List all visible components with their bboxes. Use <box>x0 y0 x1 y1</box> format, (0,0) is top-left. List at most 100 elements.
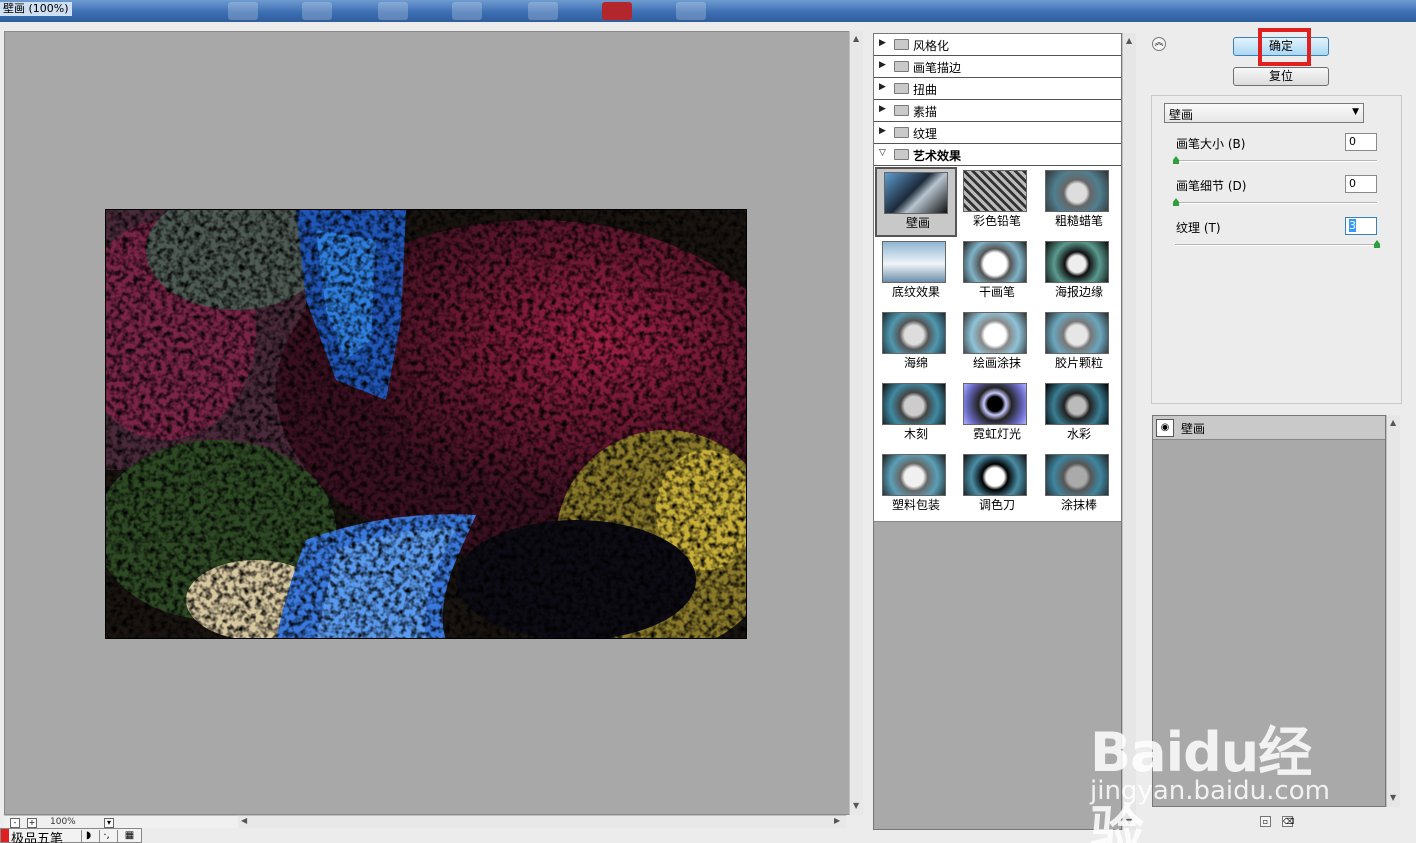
preview-canvas[interactable] <box>4 31 850 815</box>
category-artistic[interactable]: ▽ 艺术效果 <box>874 144 1121 166</box>
category-label: 画笔描边 <box>913 61 962 75</box>
thumbnail-image <box>963 454 1027 496</box>
category-stylize[interactable]: ▶ 风格化 <box>874 34 1121 56</box>
thumbnail-image <box>882 383 946 425</box>
filter-list-scrollbar[interactable]: ▲ ▼ <box>1122 33 1136 830</box>
ime-toolbar[interactable]: 极品五笔 ◗ ·, ▦ <box>0 828 142 843</box>
half-width-icon[interactable]: ◗ <box>81 830 95 842</box>
preview-vertical-scrollbar[interactable]: ▲ ▼ <box>849 31 863 815</box>
filter-label: 涂抹棒 <box>1060 498 1097 512</box>
filter-thumb-plastic-wrap[interactable]: 塑料包装 <box>875 451 957 521</box>
filter-thumb-sponge[interactable]: 海绵 <box>875 309 957 379</box>
filter-thumb-film-grain[interactable]: 胶片颗粒 <box>1038 309 1120 379</box>
taskbar-icon[interactable] <box>378 2 408 20</box>
zoom-in-button[interactable]: + <box>27 818 37 828</box>
filter-list: ▶ 风格化 ▶ 画笔描边 ▶ 扭曲 ▶ 素描 ▶ 纹理 ▽ 艺术效果 壁画 彩色… <box>873 33 1122 830</box>
scroll-down-icon[interactable]: ▼ <box>1390 793 1396 802</box>
scroll-up-icon[interactable]: ▲ <box>1390 418 1396 427</box>
filter-thumb-smudge-stick[interactable]: 涂抹棒 <box>1038 451 1120 521</box>
thumbnail-image <box>1045 383 1109 425</box>
filter-label: 水彩 <box>1066 427 1091 441</box>
punctuation-icon[interactable]: ·, <box>99 830 113 842</box>
brush-size-label: 画笔大小 (B) <box>1176 137 1246 151</box>
taskbar-icon[interactable] <box>302 2 332 20</box>
filter-thumb-fresco[interactable]: 壁画 <box>875 167 957 237</box>
filter-gallery-window: 壁画 (100%) ▲ ▼ ◀ ▶ - + 100% ▾ 极品五笔 ◗ ·, ▦… <box>0 0 1416 843</box>
zoom-dropdown-button[interactable]: ▾ <box>104 818 114 828</box>
category-label: 风格化 <box>913 39 950 53</box>
new-effect-layer-icon[interactable]: ▫ <box>1260 816 1271 827</box>
filter-thumb-dry-brush[interactable]: 干画笔 <box>956 238 1038 308</box>
brush-detail-slider[interactable] <box>1175 202 1377 204</box>
thumbnail-image <box>963 312 1027 354</box>
filter-thumb-neon-glow[interactable]: 霓虹灯光 <box>956 380 1038 450</box>
thumbnail-image <box>882 241 946 283</box>
brush-size-input[interactable]: 0 <box>1345 133 1377 151</box>
thumbnail-image <box>1045 454 1109 496</box>
taskbar-icon[interactable] <box>528 2 558 20</box>
filter-thumb-poster-edges[interactable]: 海报边缘 <box>1038 238 1120 308</box>
texture-slider[interactable] <box>1175 244 1377 246</box>
scroll-down-icon[interactable]: ▼ <box>1126 817 1132 826</box>
thumbnail-image <box>963 383 1027 425</box>
category-label: 艺术效果 <box>913 149 962 163</box>
keyboard-icon[interactable]: ▦ <box>117 830 141 842</box>
filter-label: 调色刀 <box>978 498 1015 512</box>
filter-thumb-cutout[interactable]: 木刻 <box>875 380 957 450</box>
thumbnail-image <box>963 170 1027 212</box>
filter-thumb-palette-knife[interactable]: 调色刀 <box>956 451 1038 521</box>
effect-layer-row[interactable]: ◉ 壁画 <box>1153 416 1385 440</box>
category-distort[interactable]: ▶ 扭曲 <box>874 78 1121 100</box>
filter-select[interactable]: 壁画 ▼ <box>1164 103 1364 123</box>
scroll-right-icon[interactable]: ▶ <box>834 816 840 825</box>
filter-thumb-underpainting[interactable]: 底纹效果 <box>875 238 957 308</box>
expand-arrow-icon: ▶ <box>879 38 886 48</box>
thumbnail-image <box>882 454 946 496</box>
filter-thumb-watercolor[interactable]: 水彩 <box>1038 380 1120 450</box>
thumbnail-image <box>884 172 948 214</box>
category-texture[interactable]: ▶ 纹理 <box>874 122 1121 144</box>
zoom-out-button[interactable]: - <box>10 818 20 828</box>
category-label: 素描 <box>913 105 938 119</box>
title-bar: 壁画 (100%) <box>0 0 1416 22</box>
filter-thumb-paint-daubs[interactable]: 绘画涂抹 <box>956 309 1038 379</box>
artistic-filter-thumbnails: 壁画 彩色铅笔 粗糙蜡笔 底纹效果 干画笔 海报边缘 海绵 绘画涂抹 胶片颗粒 … <box>874 166 1121 522</box>
scroll-up-icon[interactable]: ▲ <box>1126 36 1132 45</box>
category-sketch[interactable]: ▶ 素描 <box>874 100 1121 122</box>
open-folder-icon <box>894 149 909 160</box>
preview-horizontal-scrollbar[interactable]: ◀ ▶ <box>238 815 846 828</box>
category-brush-strokes[interactable]: ▶ 画笔描边 <box>874 56 1121 78</box>
delete-effect-layer-icon[interactable]: ⌫ <box>1282 816 1294 827</box>
layers-scrollbar[interactable]: ▲ ▼ <box>1386 415 1400 807</box>
expand-arrow-icon: ▶ <box>879 82 886 92</box>
filter-label: 壁画 <box>905 216 930 230</box>
filter-thumb-rough-pastels[interactable]: 粗糙蜡笔 <box>1038 167 1120 237</box>
scroll-left-icon[interactable]: ◀ <box>241 816 247 825</box>
scroll-up-icon[interactable]: ▲ <box>853 34 859 43</box>
taskbar-icon[interactable] <box>228 2 258 20</box>
filter-label: 胶片颗粒 <box>1054 356 1103 370</box>
collapse-gallery-icon[interactable]: ︽ <box>1152 37 1166 51</box>
taskbar-icon[interactable] <box>452 2 482 20</box>
brush-size-slider[interactable] <box>1175 160 1377 162</box>
taskbar-icon[interactable] <box>676 2 706 20</box>
taskbar-icon[interactable] <box>602 2 632 20</box>
window-title: 壁画 (100%) <box>0 2 72 16</box>
scroll-down-icon[interactable]: ▼ <box>853 801 859 810</box>
folder-icon <box>894 83 909 94</box>
brush-detail-input[interactable]: 0 <box>1345 175 1377 193</box>
ime-label: 极品五笔 <box>11 832 64 843</box>
eye-icon[interactable]: ◉ <box>1156 419 1174 437</box>
effect-layers-panel: ◉ 壁画 <box>1152 415 1386 807</box>
filter-label: 塑料包装 <box>891 498 940 512</box>
texture-input[interactable]: 3 <box>1345 217 1377 235</box>
filter-thumb-colored-pencil[interactable]: 彩色铅笔 <box>956 167 1038 237</box>
brush-size-value: 0 <box>1349 135 1356 148</box>
zoom-bar: - + 100% ▾ <box>4 815 238 828</box>
category-label: 纹理 <box>913 127 938 141</box>
reset-button[interactable]: 复位 <box>1233 67 1329 86</box>
ok-highlight-box <box>1258 28 1311 66</box>
ime-logo-icon <box>1 829 9 842</box>
expand-arrow-icon: ▶ <box>879 104 886 114</box>
thumbnail-image <box>882 312 946 354</box>
